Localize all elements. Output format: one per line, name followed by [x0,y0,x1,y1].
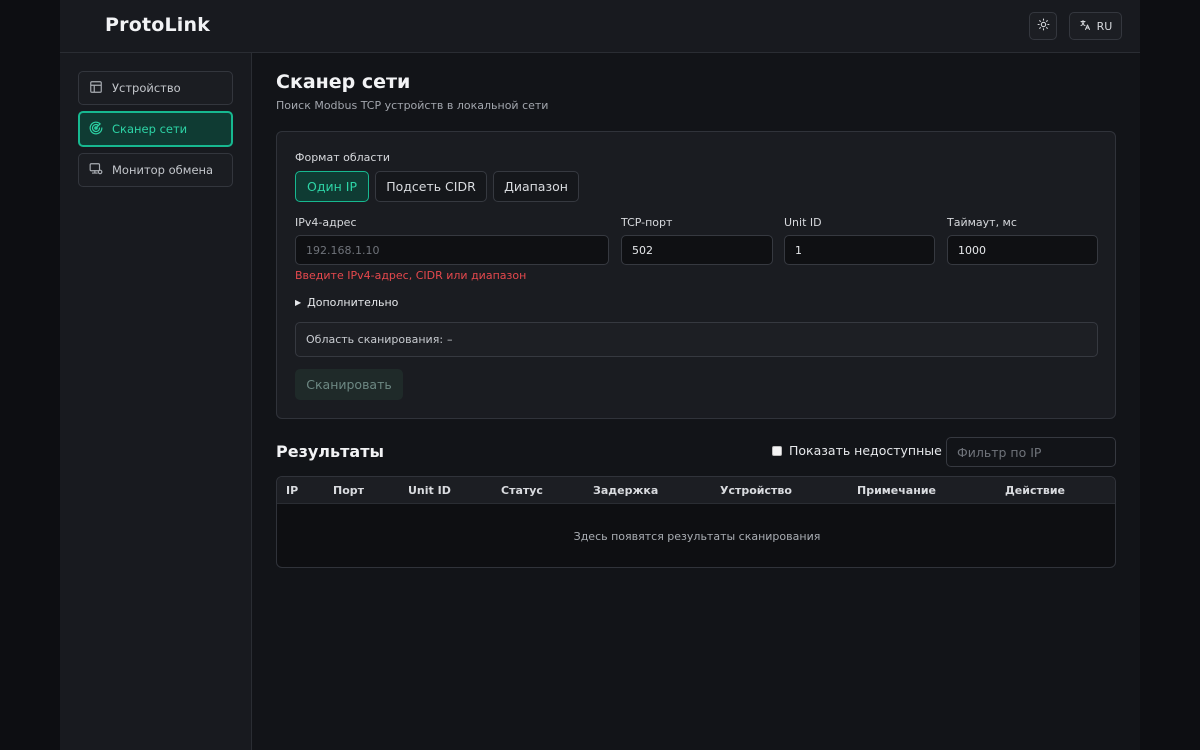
ip-filter-input[interactable] [946,437,1116,467]
validation-error: Введите IPv4-адрес, CIDR или диапазон [295,269,527,282]
scan-settings-card: Формат области Один IP Подсеть CIDR Диап… [276,131,1116,419]
ip-label: IPv4-адрес [295,216,357,229]
timeout-input[interactable] [947,235,1098,265]
results-title: Результаты [276,442,384,461]
format-single-ip-button[interactable]: Один IP [295,171,369,202]
scan-scope-box: Область сканирования: – [295,322,1098,357]
language-label: RU [1096,19,1113,33]
sidebar-item-exchange-monitor[interactable]: Монитор обмена [78,153,233,187]
sun-icon [1037,18,1050,34]
device-panel-icon [89,80,103,97]
app-window: ProtoLink RU Устройство Сканер сети Мони… [60,0,1140,750]
unit-id-label: Unit ID [784,216,822,229]
monitor-icon [89,162,103,179]
column-header-ip[interactable]: IP [286,484,298,497]
port-label: TCP-порт [621,216,673,229]
column-header-note[interactable]: Примечание [857,484,936,497]
timeout-label: Таймаут, мс [947,216,1017,229]
radar-icon [89,121,103,138]
sidebar-item-label: Сканер сети [112,122,188,136]
ip-address-input[interactable] [295,235,609,265]
show-unreachable-toggle[interactable]: Показать недоступные [772,443,942,458]
column-header-action[interactable]: Действие [1005,484,1065,497]
sidebar: Устройство Сканер сети Монитор обмена [60,53,252,750]
page-subtitle: Поиск Modbus TCP устройств в локальной с… [276,99,549,112]
page-title: Сканер сети [276,71,411,93]
format-cidr-button[interactable]: Подсеть CIDR [375,171,487,202]
advanced-toggle[interactable]: ▶ Дополнительно [295,296,398,309]
scan-button[interactable]: Сканировать [295,369,403,400]
sidebar-item-device[interactable]: Устройство [78,71,233,105]
column-header-status[interactable]: Статус [501,484,543,497]
triangle-right-icon: ▶ [295,298,302,307]
theme-toggle-button[interactable] [1029,12,1057,40]
top-bar: ProtoLink RU [60,0,1140,53]
empty-results-message: Здесь появятся результаты сканирования [573,530,821,543]
sidebar-item-label: Монитор обмена [112,163,214,177]
unit-id-input[interactable] [784,235,935,265]
advanced-label: Дополнительно [307,296,399,309]
scope-label: Область сканирования: [306,333,444,346]
table-header: IP Порт Unit ID Статус Задержка Устройст… [277,477,1115,504]
column-header-device[interactable]: Устройство [720,484,792,497]
column-header-unit-id[interactable]: Unit ID [408,484,451,497]
sidebar-item-label: Устройство [112,81,181,95]
scope-value: – [447,333,453,346]
show-unreachable-checkbox[interactable] [772,445,782,456]
format-label: Формат области [295,151,391,164]
column-header-latency[interactable]: Задержка [593,484,658,497]
show-unreachable-label: Показать недоступные [789,443,942,458]
column-header-port[interactable]: Порт [333,484,364,497]
tcp-port-input[interactable] [621,235,773,265]
sidebar-item-network-scanner[interactable]: Сканер сети [78,111,233,147]
language-button[interactable]: RU [1069,12,1122,40]
translate-icon [1079,19,1091,34]
brand-logo[interactable]: ProtoLink [105,14,210,36]
results-table: IP Порт Unit ID Статус Задержка Устройст… [276,476,1116,568]
format-range-button[interactable]: Диапазон [493,171,579,202]
